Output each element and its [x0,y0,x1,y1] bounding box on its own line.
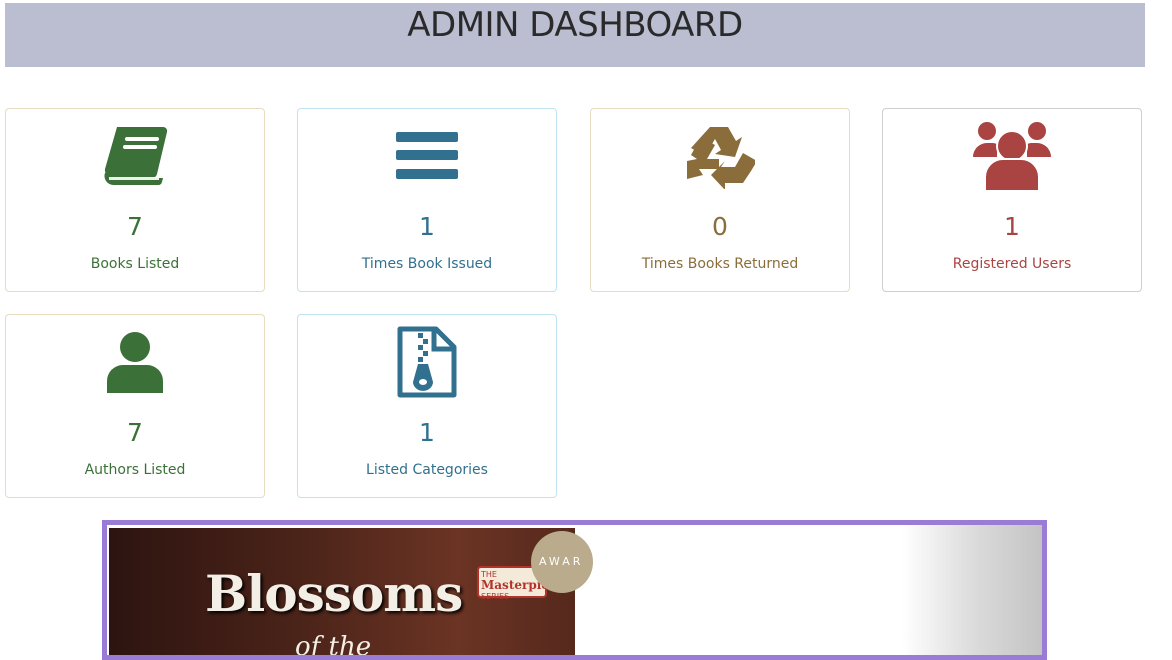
book-cover-image: Blossoms of the THE Masterpiece SERIES A… [109,528,593,660]
registered-users-label: Registered Users [952,256,1072,272]
times-issued-label: Times Book Issued [361,256,493,272]
bars-icon [298,123,556,189]
listed-categories-label: Listed Categories [366,462,488,478]
page-title: ADMIN DASHBOARD [407,5,743,45]
card-books-listed[interactable]: 7 Books Listed [5,108,265,292]
books-listed-label: Books Listed [90,256,180,272]
book-banner[interactable]: Blossoms of the THE Masterpiece SERIES A… [102,520,1047,660]
authors-listed-count: 7 [127,418,143,447]
books-listed-count: 7 [127,212,143,241]
award-badge: AWAR [531,531,593,593]
card-registered-users[interactable]: 1 Registered Users [882,108,1142,292]
times-returned-count: 0 [712,212,728,241]
times-returned-label: Times Books Returned [641,256,799,272]
authors-listed-label: Authors Listed [84,462,186,478]
book-icon [6,123,264,189]
card-times-book-issued[interactable]: 1 Times Book Issued [297,108,557,292]
times-issued-count: 1 [419,212,435,241]
registered-users-count: 1 [1004,212,1020,241]
book-subtitle: of the [295,632,372,660]
book-title: Blossoms [205,564,463,623]
card-times-books-returned[interactable]: 0 Times Books Returned [590,108,850,292]
recycle-icon [591,123,849,189]
card-authors-listed[interactable]: 7 Authors Listed [5,314,265,498]
listed-categories-count: 1 [419,418,435,447]
banner-gradient [902,525,1042,655]
user-icon [6,329,264,395]
page-header: ADMIN DASHBOARD [5,3,1145,67]
users-icon [883,122,1141,191]
card-listed-categories[interactable]: 1 Listed Categories [297,314,557,498]
file-zip-icon [298,326,556,398]
